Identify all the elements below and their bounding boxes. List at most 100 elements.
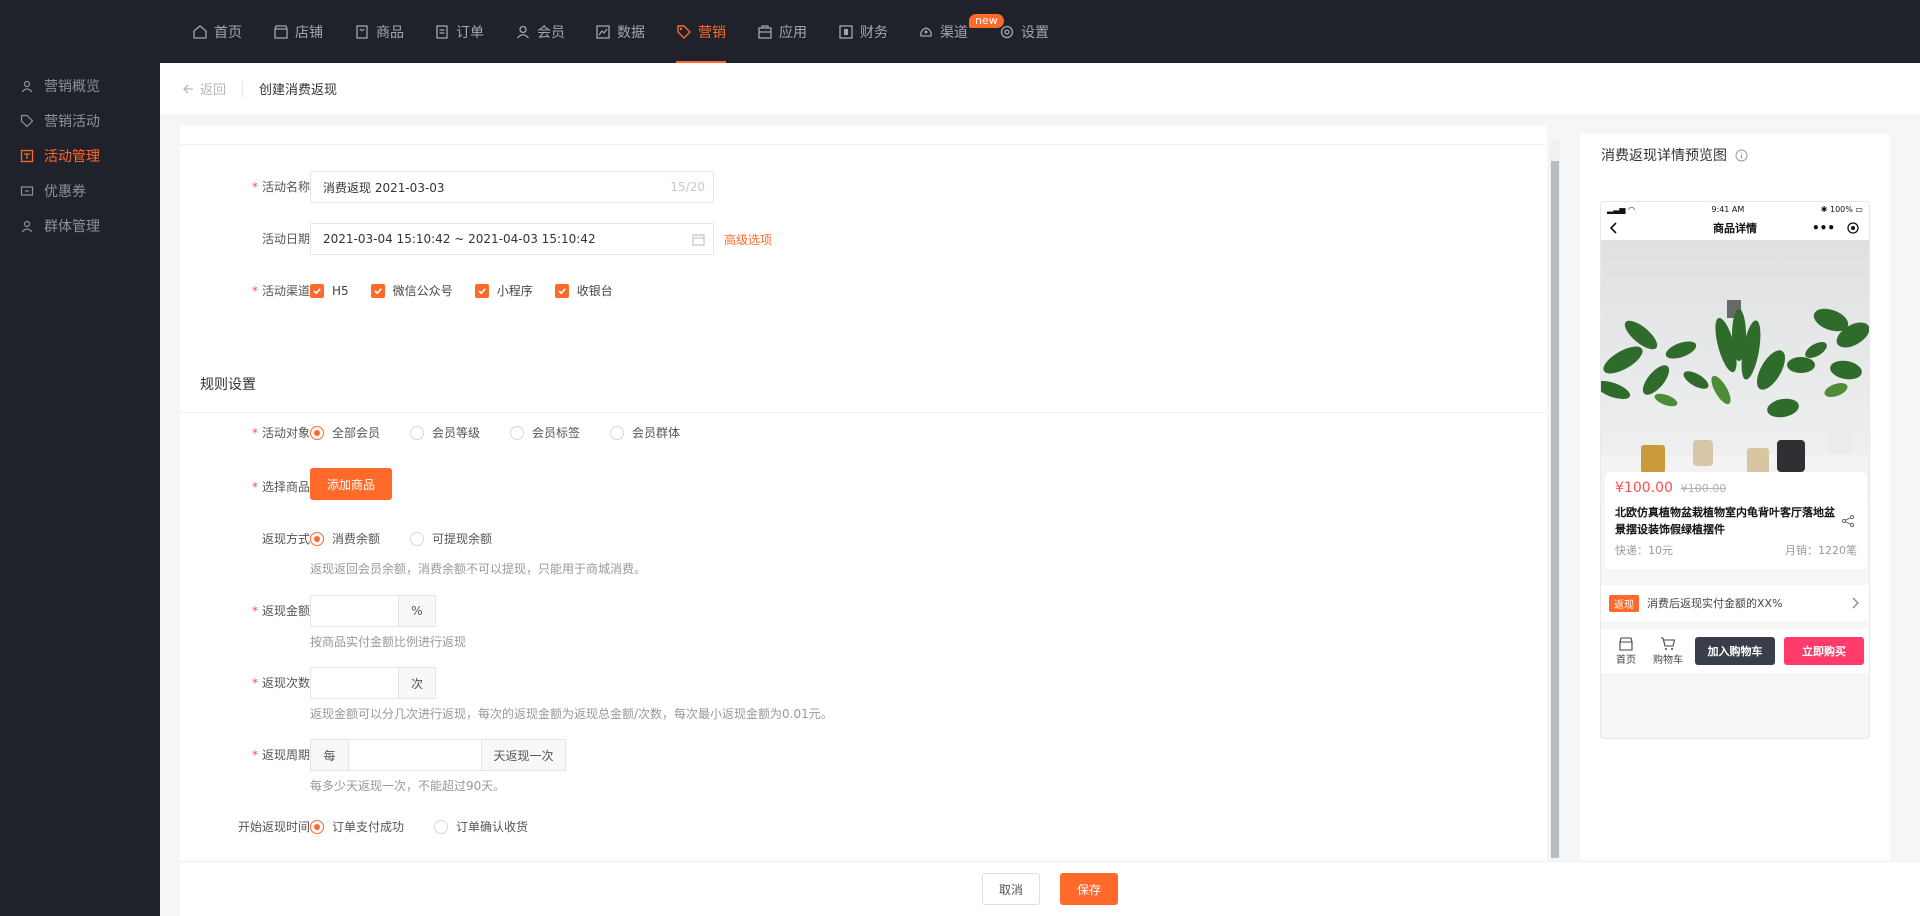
nav-label: 会员: [537, 24, 565, 41]
checkbox-h5[interactable]: H5: [310, 283, 349, 298]
times-row: 次: [310, 667, 436, 699]
save-button[interactable]: 保存: [1060, 873, 1118, 905]
radio-off-icon: [410, 531, 425, 546]
scrollbar-thumb[interactable]: [1551, 161, 1559, 858]
cashback-row[interactable]: 返现 消费后返现实付金额的XX%: [1601, 585, 1869, 621]
radio-withdraw-balance[interactable]: 可提现余额: [410, 530, 492, 547]
gear-icon: [1000, 25, 1014, 38]
home-shortcut-label: 首页: [1616, 654, 1636, 666]
group-icon: [21, 220, 33, 233]
nav-label: 数据: [617, 24, 645, 41]
battery-status: ✱ 100% ▭: [1820, 204, 1863, 214]
radio-label: 消费余额: [332, 532, 381, 546]
activity-name-value: 消费返现 2021-03-03: [323, 180, 445, 195]
breadcrumb: 返回 创建消费返现: [160, 63, 1920, 114]
radio-all-members[interactable]: 全部会员: [310, 424, 380, 441]
times-input[interactable]: [310, 667, 398, 699]
radio-label: 订单支付成功: [332, 820, 405, 834]
form-scrollbar[interactable]: [1550, 141, 1560, 858]
nav-item-store[interactable]: 店铺: [273, 0, 323, 63]
times-hint: 返现金额可以分几次进行返现，每次的返现金额为返现总金额/次数，每次最小返现金额为…: [310, 707, 833, 721]
method-hint: 返现返回会员余额，消费余额不可以提现，只能用于商城消费。: [310, 562, 647, 576]
activity-icon: [20, 149, 34, 163]
goods-label: * 选择商品: [251, 480, 310, 494]
sidebar-item-activities[interactable]: 营销活动: [20, 111, 100, 131]
sidebar-item-groups[interactable]: 群体管理: [20, 216, 100, 236]
period-hint: 每多少天返现一次，不能超过90天。: [310, 779, 506, 793]
buy-now-button[interactable]: 立即购买: [1784, 637, 1864, 665]
activity-channel-label: * 活动渠道: [251, 284, 310, 298]
cashback-tag: 返现: [1609, 594, 1639, 612]
sidebar-item-activity-management[interactable]: 活动管理: [20, 146, 100, 166]
nav-label: 商品: [376, 24, 404, 41]
percent-addon: %: [398, 595, 436, 627]
checkbox-wechat[interactable]: 微信公众号: [370, 282, 453, 299]
nav-label: 营销: [698, 24, 726, 41]
add-goods-button[interactable]: 添加商品: [310, 468, 392, 500]
radio-label: 订单确认收货: [456, 820, 529, 834]
checkbox-miniprogram[interactable]: 小程序: [474, 282, 533, 299]
sidebar-item-overview[interactable]: 营销概览: [20, 76, 100, 96]
period-label: * 返现周期: [251, 748, 310, 762]
nav-item-order[interactable]: 订单: [434, 0, 484, 63]
advanced-options-link[interactable]: 高级选项: [724, 231, 772, 248]
cart-shortcut-label: 购物车: [1653, 654, 1683, 666]
nav-item-data[interactable]: 数据: [595, 0, 645, 63]
radio-consume-balance[interactable]: 消费余额: [310, 530, 380, 547]
sidebar-item-label: 营销概览: [44, 79, 100, 95]
share-icon[interactable]: [1841, 514, 1855, 528]
product-info-card: ¥100.00 ¥100.00 北欧仿真植物盆栽植物室内龟背叶客厅落地盆景摆设装…: [1605, 472, 1867, 569]
checkbox-label: H5: [332, 283, 349, 298]
nav-item-finance[interactable]: 财务: [838, 0, 888, 63]
checked-icon: [370, 283, 385, 298]
product-original-price: ¥100.00: [1680, 482, 1727, 495]
nav-item-goods[interactable]: 商品: [354, 0, 404, 63]
goods-icon: [356, 24, 368, 39]
target-icon: [1847, 222, 1859, 234]
add-to-cart-button[interactable]: 加入购物车: [1695, 637, 1775, 665]
radio-member-group[interactable]: 会员群体: [610, 424, 680, 441]
activity-name-label: * 活动名称: [251, 180, 310, 194]
sidebar-item-coupons[interactable]: 优惠券: [20, 181, 86, 201]
nav-item-channel[interactable]: 渠道: [918, 0, 968, 63]
period-input[interactable]: [348, 739, 481, 771]
amount-input[interactable]: [310, 595, 398, 627]
form-footer: 取消 保存: [180, 862, 1920, 916]
nav-item-home[interactable]: 首页: [192, 0, 242, 63]
activity-name-input[interactable]: 消费返现 2021-03-03 15/20: [310, 171, 714, 203]
home-shortcut[interactable]: 首页: [1605, 636, 1647, 666]
cancel-button[interactable]: 取消: [982, 873, 1040, 905]
radio-order-paid[interactable]: 订单支付成功: [310, 818, 404, 835]
radio-member-level[interactable]: 会员等级: [410, 424, 480, 441]
store-icon: [1619, 636, 1633, 651]
nav-item-member[interactable]: 会员: [515, 0, 565, 63]
status-time: 9:41 AM: [1711, 204, 1745, 214]
radio-member-tag[interactable]: 会员标签: [510, 424, 580, 441]
method-label: 返现方式: [261, 532, 310, 546]
monthly-sales: 月销：1220笔: [1785, 544, 1857, 557]
nav-item-marketing[interactable]: 营销: [676, 0, 726, 63]
sidebar-item-label: 优惠券: [44, 184, 86, 200]
radio-off-icon: [610, 425, 625, 440]
nav-item-settings[interactable]: 设置: [999, 0, 1049, 63]
radio-on-icon: [310, 531, 324, 546]
date-range-picker[interactable]: 2021-03-04 15:10:42 ~ 2021-04-03 15:10:4…: [310, 223, 714, 255]
cart-shortcut[interactable]: 购物车: [1647, 636, 1689, 666]
plant-illustration: [1601, 300, 1869, 502]
tag-icon: [677, 24, 691, 39]
nav-item-apps[interactable]: 应用: [757, 0, 807, 63]
sidebar-item-label: 群体管理: [44, 219, 100, 235]
preview-title: 消费返现详情预览图: [1601, 145, 1748, 165]
radio-order-received[interactable]: 订单确认收货: [434, 818, 528, 835]
date-range-value: 2021-03-04 15:10:42 ~ 2021-04-03 15:10:4…: [323, 232, 596, 246]
period-prefix: 每: [310, 739, 348, 771]
back-button[interactable]: 返回: [182, 79, 226, 98]
nav-label: 应用: [779, 24, 807, 41]
back-label: 返回: [200, 83, 227, 98]
sidebar: 营销概览 营销活动 活动管理 优惠券 群体管理: [0, 63, 160, 916]
checkbox-cashier[interactable]: 收银台: [554, 282, 613, 299]
product-title: 北欧仿真植物盆栽植物室内龟背叶客厅落地盆景摆设装饰假绿植摆件: [1615, 506, 1835, 536]
info-icon[interactable]: [1735, 149, 1748, 162]
order-icon: [436, 24, 448, 39]
nav-label: 渠道: [940, 24, 968, 41]
